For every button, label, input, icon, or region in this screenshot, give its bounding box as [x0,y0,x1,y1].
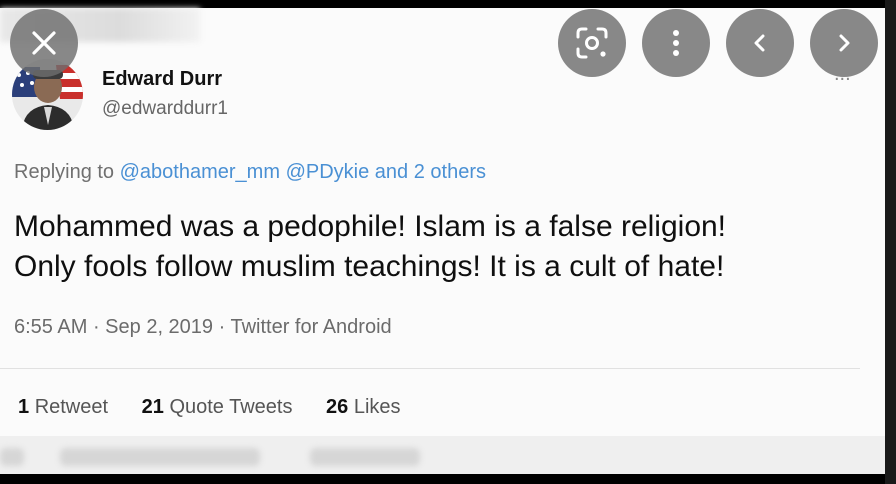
meta-separator: · [218,316,231,338]
likes-stat[interactable]: 26 Likes [326,396,401,418]
tweet-source[interactable]: Twitter for Android [230,316,391,338]
tweet-meta: 6:55 AM · Sep 2, 2019 · Twitter for Andr… [14,316,392,339]
close-button[interactable] [10,9,78,77]
tweet-text: Mohammed was a pedophile! Islam is a fal… [14,207,874,287]
replying-to: Replying to @abothamer_mm @PDykie and 2 … [14,161,486,184]
likes-label: Likes [353,396,401,418]
chevron-right-icon [839,34,850,52]
lens-button[interactable] [558,9,626,77]
quote-tweets-count: 21 [141,396,164,418]
previous-button[interactable] [726,9,794,77]
close-icon [32,31,56,55]
replying-prefix: Replying to [14,161,120,183]
more-vertical-icon [673,30,679,56]
meta-separator: · [92,316,106,338]
profile-handle[interactable]: @edwarddurr1 [102,98,228,120]
others-link[interactable]: and 2 others [375,161,486,183]
quote-tweets-label: Quote Tweets [169,396,293,418]
likes-count: 26 [326,396,349,418]
quote-tweets-stat[interactable]: 21 Quote Tweets [142,396,293,418]
tweet-line-2: Only fools follow muslim teachings! It i… [14,250,725,283]
retweets-label: Retweet [34,396,109,418]
lens-icon [576,27,608,59]
blurred-footer [0,436,885,474]
tweet-stats: 1 Retweet 21 Quote Tweets 26 Likes [18,396,429,419]
mention-pdykie[interactable]: @PDykie [286,161,370,183]
chevron-left-icon [754,34,765,52]
retweets-stat[interactable]: 1 Retweet [18,396,108,418]
tweet-date[interactable]: Sep 2, 2019 [105,316,213,338]
retweets-count: 1 [18,396,30,418]
tweet-time[interactable]: 6:55 AM [14,316,87,338]
tweet-line-1: Mohammed was a pedophile! Islam is a fal… [14,210,727,243]
right-edge [885,0,896,484]
mention-abothamer[interactable]: @abothamer_mm [120,161,280,183]
divider [0,368,860,369]
profile-name[interactable]: Edward Durr [102,68,222,91]
more-options-button[interactable] [642,9,710,77]
next-button[interactable] [810,9,878,77]
